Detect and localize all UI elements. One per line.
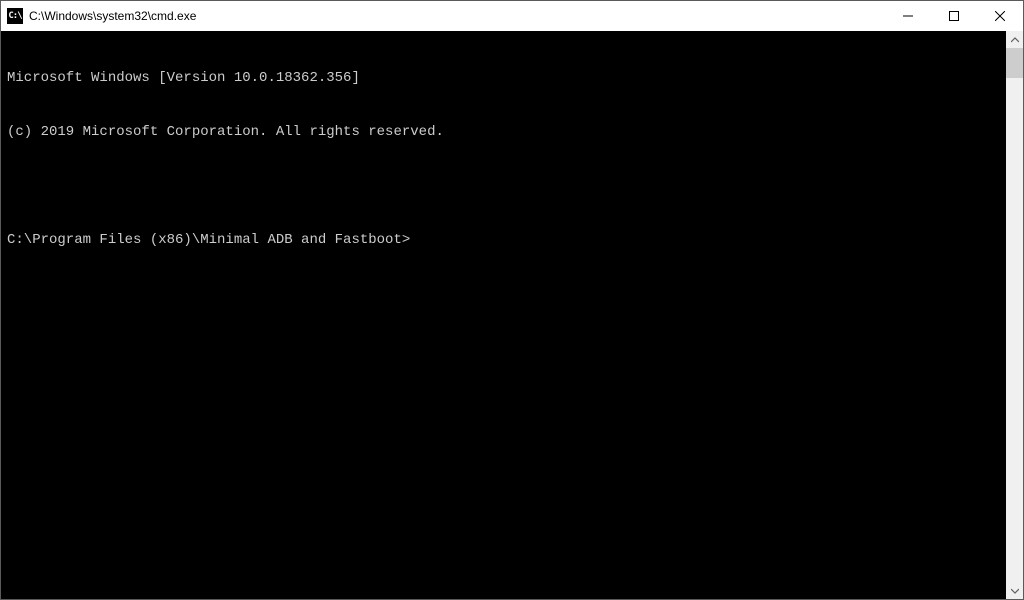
prompt-text: C:\Program Files (x86)\Minimal ADB and F…	[7, 231, 410, 249]
cmd-window: C:\ C:\Windows\system32\cmd.exe	[0, 0, 1024, 600]
title-left: C:\ C:\Windows\system32\cmd.exe	[1, 8, 196, 24]
window-controls	[885, 1, 1023, 31]
maximize-button[interactable]	[931, 1, 977, 31]
chevron-up-icon	[1011, 36, 1019, 44]
scroll-down-button[interactable]	[1006, 582, 1023, 599]
minimize-icon	[903, 11, 913, 21]
prompt-line: C:\Program Files (x86)\Minimal ADB and F…	[7, 231, 1000, 249]
chevron-down-icon	[1011, 587, 1019, 595]
terminal-output[interactable]: Microsoft Windows [Version 10.0.18362.35…	[1, 31, 1006, 599]
minimize-button[interactable]	[885, 1, 931, 31]
terminal-line: Microsoft Windows [Version 10.0.18362.35…	[7, 69, 1000, 87]
terminal-line: (c) 2019 Microsoft Corporation. All righ…	[7, 123, 1000, 141]
maximize-icon	[949, 11, 959, 21]
window-title: C:\Windows\system32\cmd.exe	[29, 9, 196, 23]
cmd-icon: C:\	[7, 8, 23, 24]
terminal-blank	[7, 177, 1000, 195]
vertical-scrollbar[interactable]	[1006, 31, 1023, 599]
scroll-track[interactable]	[1006, 48, 1023, 582]
scroll-up-button[interactable]	[1006, 31, 1023, 48]
titlebar[interactable]: C:\ C:\Windows\system32\cmd.exe	[1, 1, 1023, 31]
client-area: Microsoft Windows [Version 10.0.18362.35…	[1, 31, 1023, 599]
close-button[interactable]	[977, 1, 1023, 31]
close-icon	[995, 11, 1005, 21]
scroll-thumb[interactable]	[1006, 48, 1023, 78]
